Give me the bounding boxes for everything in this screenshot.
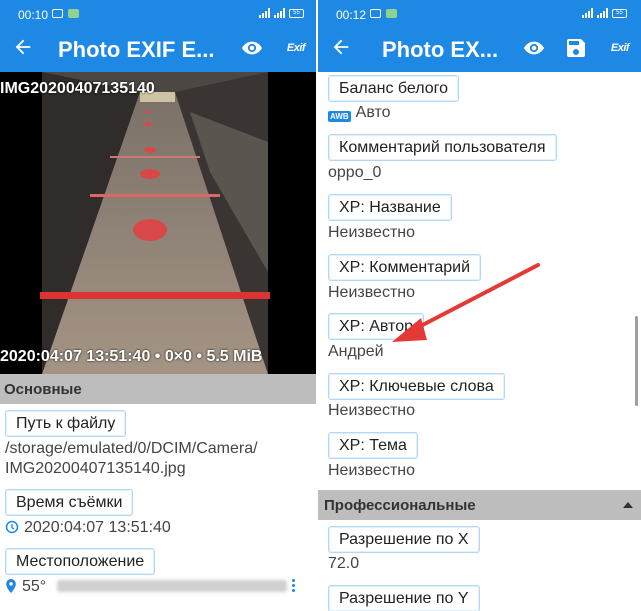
field-label-xp-comment: XP: Комментарий (328, 254, 482, 281)
field-value-xp-comment[interactable]: Неизвестно (328, 284, 415, 302)
field-value-capture-time: 2020:04:07 13:51:40 (24, 519, 171, 536)
field-label-x-resolution: Разрешение по X (328, 526, 480, 553)
photo-filename: IMG20200407135140 (0, 80, 155, 97)
battery-icon: 55 (289, 8, 304, 18)
app-notification-icon (68, 9, 79, 18)
field-label-file-path: Путь к файлу (5, 410, 127, 437)
awb-icon: AWB (328, 111, 351, 122)
field-label-xp-title: XP: Название (328, 194, 452, 221)
signal-icon-2 (597, 8, 608, 18)
subway-photo-image (40, 72, 270, 374)
field-value-white-balance-row[interactable]: AWB Авто (328, 104, 391, 122)
status-time: 00:12 (336, 8, 367, 22)
field-value-white-balance: Авто (355, 104, 391, 121)
app-notification-icon (386, 9, 397, 18)
back-arrow-icon[interactable] (12, 36, 34, 58)
scrollbar[interactable] (635, 316, 638, 406)
app-title: Photo EX... (382, 37, 499, 62)
more-options-icon[interactable] (292, 579, 296, 592)
field-value-xp-author[interactable]: Андрей (328, 343, 384, 361)
field-value-x-resolution[interactable]: 72.0 (328, 555, 359, 573)
photo-meta: 2020:04:07 13:51:40 • 0×0 • 5.5 MiB (0, 348, 263, 365)
field-label-white-balance: Баланс белого (328, 75, 460, 102)
status-bar: 00:12 55 (318, 0, 641, 28)
field-label-location: Местоположение (5, 548, 156, 575)
field-value-file-path-2[interactable]: IMG20200407135140.jpg (5, 460, 186, 478)
field-label-y-resolution: Разрешение по Y (328, 585, 480, 611)
photo-preview[interactable]: IMG20200407135140 2020:04:07 13:51:40 • … (0, 72, 318, 374)
field-label-xp-keywords: XP: Ключевые слова (328, 373, 505, 400)
app-title: Photo EXIF E... (58, 37, 215, 62)
field-value-capture-time-row[interactable]: 2020:04:07 13:51:40 (5, 519, 171, 537)
section-title-professional: Профессиональные (324, 497, 476, 514)
field-label-capture-time: Время съёмки (5, 489, 134, 516)
field-value-location: 55° (22, 578, 47, 595)
collapse-triangle-icon (623, 502, 633, 508)
app-bar: Photo EX... Exif (318, 28, 641, 72)
field-value-user-comment[interactable]: oppo_0 (328, 164, 381, 182)
status-time: 00:10 (18, 8, 49, 22)
field-value-location-row[interactable]: 55° (5, 578, 287, 596)
status-bar: 00:10 55 (0, 0, 318, 28)
field-value-xp-keywords[interactable]: Неизвестно (328, 402, 415, 420)
exif-icon[interactable]: Exif (284, 37, 308, 59)
field-value-xp-title[interactable]: Неизвестно (328, 224, 415, 242)
section-header-basic[interactable]: Основные (0, 374, 318, 404)
signal-icon (259, 8, 270, 18)
app-bar: Photo EXIF E... Exif (0, 28, 318, 72)
field-label-xp-subject: XP: Тема (328, 432, 418, 459)
view-eye-icon[interactable] (522, 37, 546, 59)
field-label-user-comment: Комментарий пользователя (328, 134, 557, 161)
mail-icon (52, 9, 63, 18)
save-icon[interactable] (564, 37, 588, 59)
left-screen: 00:10 55 Photo EXIF E... Exif IMG2020040… (0, 0, 318, 611)
right-screen: 00:12 55 Photo EX... Exif Баланс белого … (318, 0, 641, 611)
redacted-coordinates (56, 580, 287, 592)
clock-icon (5, 520, 19, 534)
signal-icon (582, 8, 593, 18)
location-pin-icon (6, 579, 16, 593)
battery-icon: 55 (612, 8, 627, 18)
field-value-xp-subject[interactable]: Неизвестно (328, 462, 415, 480)
view-eye-icon[interactable] (240, 37, 264, 59)
signal-icon-2 (274, 8, 285, 18)
mail-icon (370, 9, 381, 18)
back-arrow-icon[interactable] (330, 36, 352, 58)
section-header-professional[interactable]: Профессиональные (318, 490, 641, 520)
field-value-file-path-1[interactable]: /storage/emulated/0/DCIM/Camera/ (5, 440, 258, 458)
exif-icon[interactable]: Exif (608, 37, 632, 59)
field-label-xp-author: XP: Автор (328, 313, 424, 340)
